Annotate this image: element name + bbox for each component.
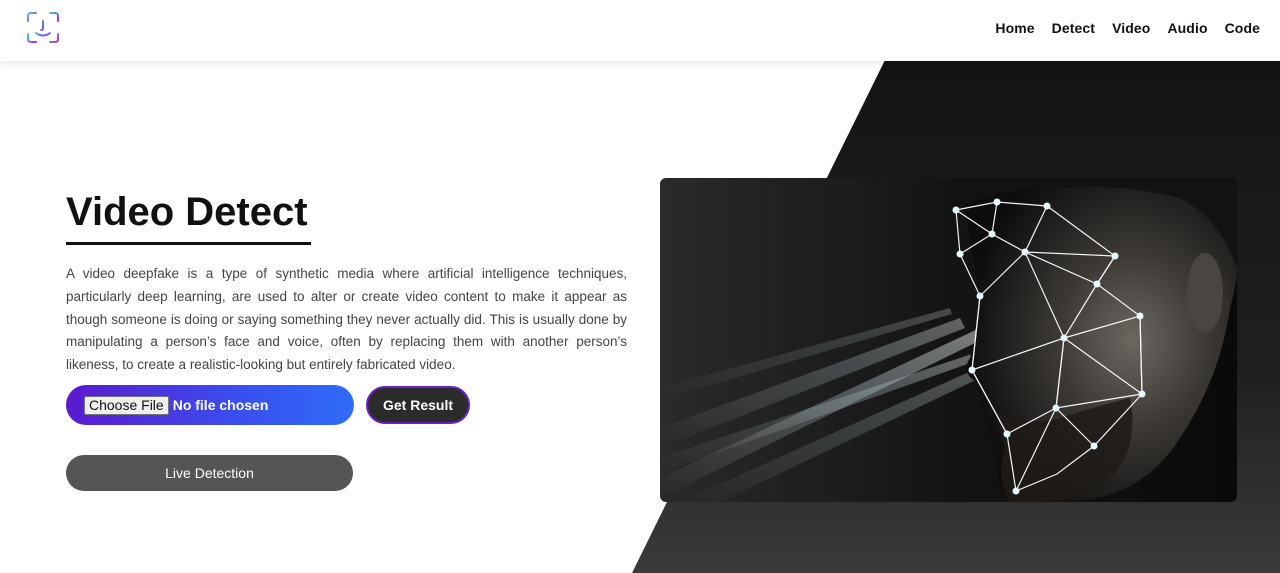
get-result-button[interactable]: Get Result xyxy=(366,386,470,424)
nav-detect[interactable]: Detect xyxy=(1052,20,1095,36)
top-navbar: Home Detect Video Audio Code xyxy=(0,0,1280,61)
file-status-text: No file chosen xyxy=(172,397,269,413)
nav-home[interactable]: Home xyxy=(995,20,1034,36)
face-mesh-image xyxy=(660,178,1237,502)
page-title: Video Detect xyxy=(66,190,308,234)
description-text: A video deepfake is a type of synthetic … xyxy=(66,266,627,373)
main-nav: Home Detect Video Audio Code xyxy=(995,20,1260,36)
face-id-icon[interactable] xyxy=(26,11,60,44)
choose-file-button[interactable]: Choose File xyxy=(84,395,169,415)
nav-audio[interactable]: Audio xyxy=(1167,20,1207,36)
nav-video[interactable]: Video xyxy=(1112,20,1150,36)
nav-code[interactable]: Code xyxy=(1225,20,1260,36)
file-upload-input[interactable]: Choose File No file chosen xyxy=(66,385,354,425)
title-underline xyxy=(66,242,311,245)
live-detection-button[interactable]: Live Detection xyxy=(66,455,353,491)
